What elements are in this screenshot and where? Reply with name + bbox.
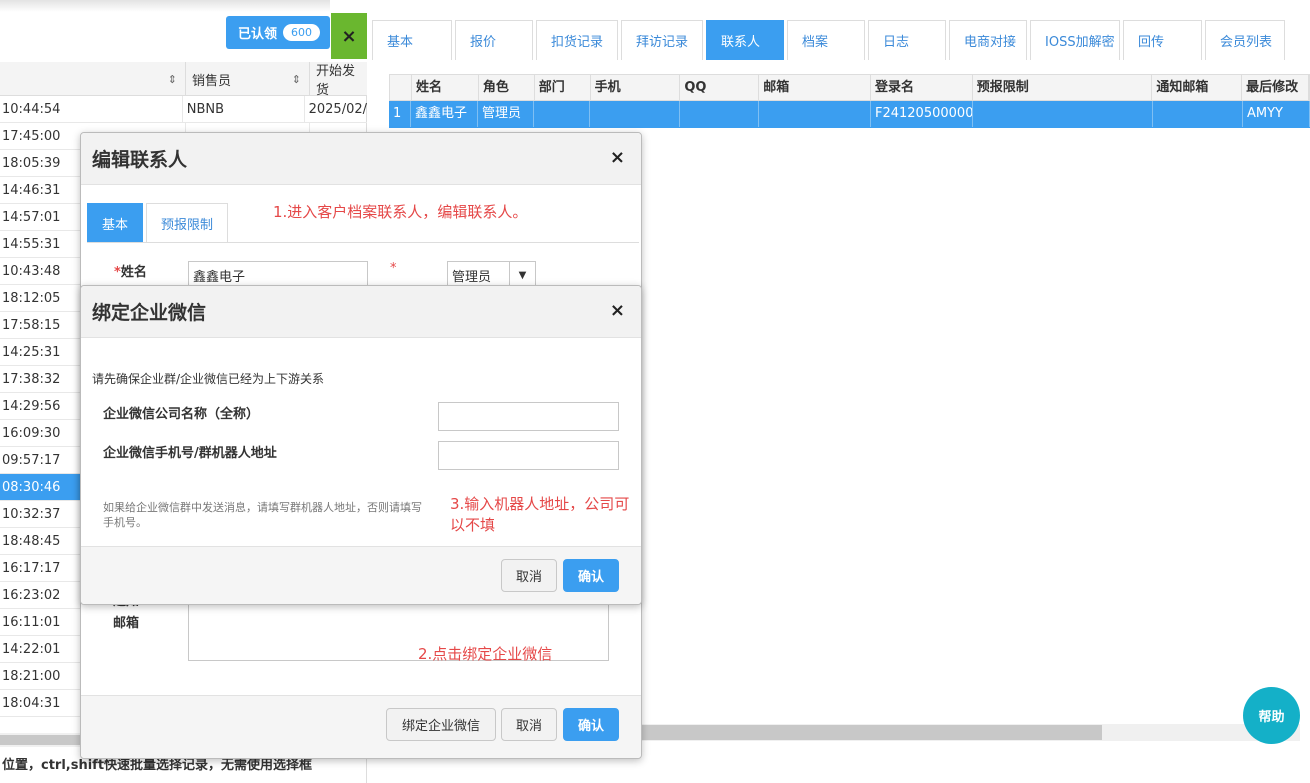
bind-dialog-footer: 取消 确认 xyxy=(81,546,641,604)
scrollbar-thumb[interactable] xyxy=(640,725,1102,740)
edit-dialog-tabs: 基本 预报限制 xyxy=(87,203,231,243)
claimed-label: 已认领 xyxy=(238,27,278,42)
column-header[interactable]: QQ xyxy=(680,75,760,101)
confirm-button[interactable]: 确认 xyxy=(563,559,619,592)
tab-forecast-limit[interactable]: 预报限制 xyxy=(146,203,229,243)
salesperson-column-header[interactable]: 销售员 ⇕ xyxy=(186,62,310,96)
table-cell xyxy=(534,101,590,127)
table-cell: 1 xyxy=(389,101,411,127)
close-icon[interactable]: × xyxy=(331,13,367,59)
table-cell: AMYY xyxy=(1243,101,1310,127)
annotation-step-1: 1.进入客户档案联系人，编辑联系人。 xyxy=(273,203,528,221)
tab-2[interactable]: 扣货记录 xyxy=(536,20,618,60)
right-horizontal-scrollbar[interactable] xyxy=(640,724,1300,741)
left-toolbar: 已认领 600 × xyxy=(0,0,367,62)
close-icon[interactable]: × xyxy=(610,147,625,168)
table-cell: F24120500000 xyxy=(871,101,973,127)
left-table-header: ⇕ 销售员 ⇕ 开始发货 xyxy=(0,62,367,98)
sort-icon[interactable]: ⇕ xyxy=(168,73,177,86)
column-header[interactable]: 最后修改 xyxy=(1242,75,1309,101)
help-button[interactable]: 帮助 xyxy=(1243,687,1300,744)
column-header[interactable]: 角色 xyxy=(479,75,535,101)
required-mark: * xyxy=(114,265,121,280)
company-name-label: 企业微信公司名称（全称） xyxy=(103,407,260,422)
robot-address-label: 企业微信手机号/群机器人地址 xyxy=(103,446,277,461)
bind-dialog-header: 绑定企业微信 × xyxy=(81,286,641,338)
column-header[interactable]: 邮箱 xyxy=(759,75,871,101)
bind-hint-text: 请先确保企业群/企业微信已经为上下游关系 xyxy=(92,372,325,386)
sort-icon[interactable]: ⇕ xyxy=(292,73,301,86)
claimed-button[interactable]: 已认领 600 xyxy=(226,16,330,49)
close-icon[interactable]: × xyxy=(610,300,625,321)
screen: 已认领 600 × ⇕ 销售员 ⇕ 开始发货 10:44:54 NBNB 2025/… xyxy=(0,0,1310,783)
table-row[interactable]: 10:44:54 NBNB 2025/02/ xyxy=(0,95,367,123)
tab-1[interactable]: 报价 xyxy=(455,20,533,60)
cancel-button[interactable]: 取消 xyxy=(501,708,557,741)
robot-address-input[interactable] xyxy=(438,441,619,470)
start-ship-cell: 2025/02/ xyxy=(308,101,367,117)
table-row[interactable]: 1 鑫鑫电子 管理员 F24120500000 AMYY xyxy=(389,101,1310,128)
start-ship-column-header[interactable]: 开始发货 xyxy=(310,62,367,98)
column-header[interactable]: 预报限制 xyxy=(973,75,1153,101)
company-name-input[interactable] xyxy=(438,402,619,431)
name-label: *姓名 xyxy=(114,261,147,280)
time-column-header[interactable]: ⇕ xyxy=(0,62,186,96)
scrollbar-thumb[interactable] xyxy=(0,735,80,745)
column-header[interactable]: 登录名 xyxy=(871,75,973,101)
name-label-text: 姓名 xyxy=(120,265,147,280)
annotation-step-2: 2.点击绑定企业微信 xyxy=(418,645,553,663)
table-cell: 鑫鑫电子 xyxy=(411,101,478,127)
table-cell: 管理员 xyxy=(478,101,534,127)
salesperson-header-label: 销售员 xyxy=(192,73,232,89)
detail-tabs: 基本 报价 扣货记录 拜访记录 联系人 档案 日志 电商对接 IOSS加解密 回传 会员列表 xyxy=(372,20,1288,60)
tab-9[interactable]: 回传 xyxy=(1123,20,1202,60)
tab-0[interactable]: 基本 xyxy=(372,20,452,60)
claimed-count-badge: 600 xyxy=(283,24,321,41)
table-cell xyxy=(973,101,1153,127)
tab-basic[interactable]: 基本 xyxy=(87,203,144,243)
tab-5[interactable]: 档案 xyxy=(787,20,865,60)
contacts-table-header: 姓名 角色 部门 手机 QQ 邮箱 登录名 预报限制 通知邮箱 最后修改 xyxy=(389,74,1310,101)
time-cell: 10:44:54 xyxy=(0,95,183,123)
bind-note-text: 如果给企业微信群中发送消息，请填写群机器人地址，否则请填写手机号。 xyxy=(103,501,422,529)
contacts-table: 姓名 角色 部门 手机 QQ 邮箱 登录名 预报限制 通知邮箱 最后修改 1 鑫鑫电子 管理员 F241… xyxy=(389,74,1310,128)
column-header[interactable]: 手机 xyxy=(591,75,681,101)
annotation-step-3: 3.输入机器人地址，公司可以不填 xyxy=(450,495,630,534)
column-header[interactable]: 部门 xyxy=(535,75,591,101)
tab-divider xyxy=(87,242,639,243)
table-cell xyxy=(680,101,759,127)
edit-dialog-header: 编辑联系人 × xyxy=(81,133,641,185)
salesperson-cell: NBNB xyxy=(183,95,305,123)
column-header[interactable]: 姓名 xyxy=(412,75,479,101)
tab-4[interactable]: 联系人 xyxy=(706,20,784,60)
tab-8[interactable]: IOSS加解密 xyxy=(1030,20,1120,60)
confirm-button[interactable]: 确认 xyxy=(563,708,619,741)
bind-wecom-dialog: 绑定企业微信 × 请先确保企业群/企业微信已经为上下游关系 企业微信公司名称（全… xyxy=(80,285,642,605)
bind-wecom-button[interactable]: 绑定企业微信 xyxy=(386,708,496,741)
tab-3[interactable]: 拜访记录 xyxy=(621,20,703,60)
bind-dialog-title: 绑定企业微信 xyxy=(92,302,207,324)
required-mark: * xyxy=(390,261,397,276)
tab-7[interactable]: 电商对接 xyxy=(949,20,1027,60)
table-cell xyxy=(759,101,871,127)
table-cell xyxy=(1153,101,1243,127)
table-cell xyxy=(590,101,680,127)
start-ship-header-label: 开始发货 xyxy=(316,64,356,98)
column-header[interactable]: 通知邮箱 xyxy=(1152,75,1243,101)
tab-10[interactable]: 会员列表 xyxy=(1205,20,1285,60)
tab-6[interactable]: 日志 xyxy=(868,20,946,60)
column-header[interactable] xyxy=(390,75,412,101)
edit-dialog-title: 编辑联系人 xyxy=(92,149,188,171)
role-select-value: 管理员 xyxy=(452,269,492,285)
edit-dialog-footer: 绑定企业微信 取消 确认 xyxy=(81,695,641,758)
cancel-button[interactable]: 取消 xyxy=(501,559,557,592)
toolbar-shadow xyxy=(0,0,330,12)
left-footer-tip: 位置，ctrl,shift快速批量选择记录，无需使用选择框 xyxy=(2,758,313,773)
